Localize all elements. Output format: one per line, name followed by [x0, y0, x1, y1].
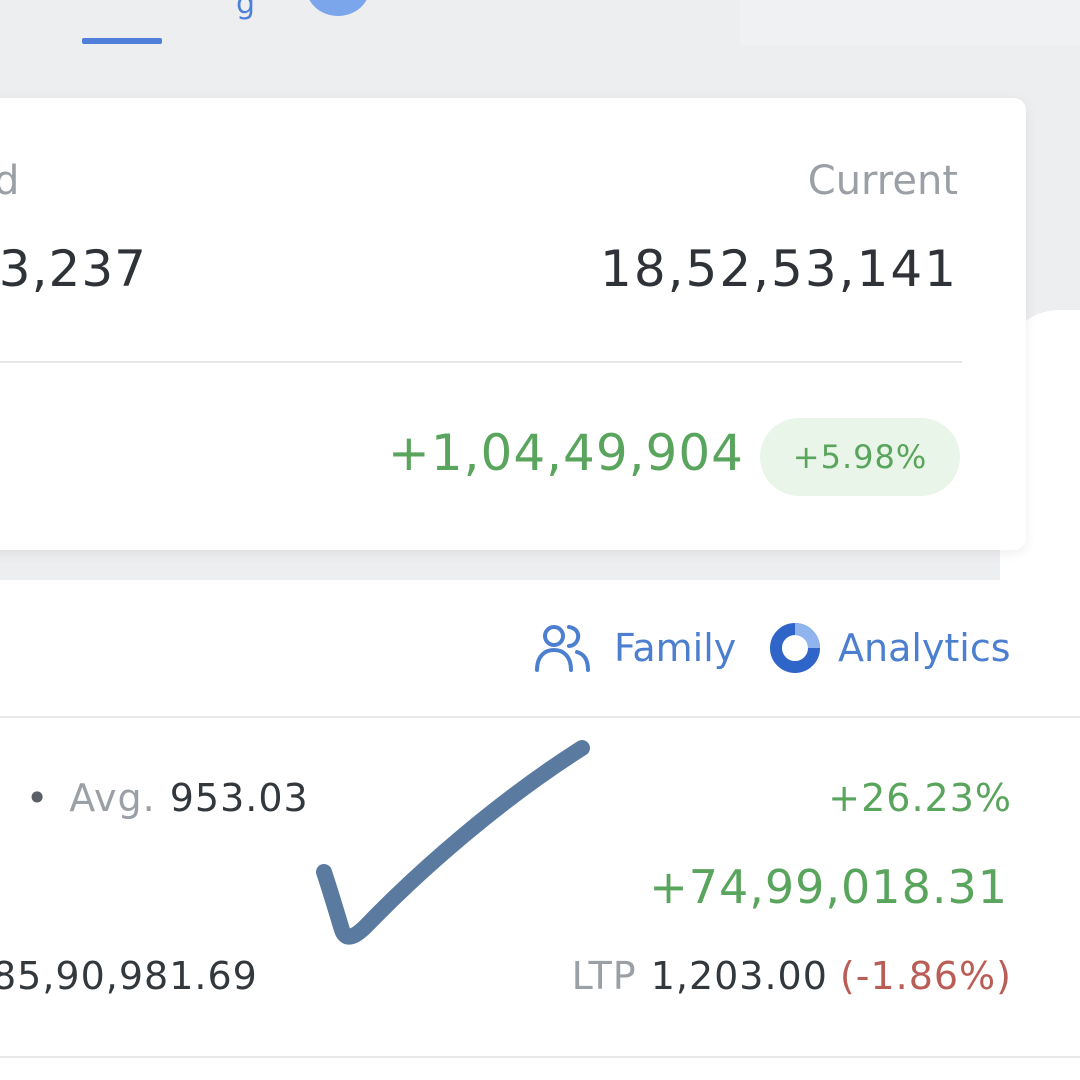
holding-pnl-value: +74,99,018.31: [649, 860, 1008, 914]
invested-value: 03,237: [0, 240, 147, 298]
family-link[interactable]: Family: [534, 620, 736, 676]
top-nav-bar-right: [740, 0, 1080, 45]
total-pnl-percent-badge: +5.98%: [760, 418, 960, 496]
ltp-day-change: (-1.86%): [839, 954, 1012, 998]
family-users-icon: [535, 625, 590, 672]
analytics-link[interactable]: Analytics: [768, 620, 1011, 676]
avg-label: Avg.: [69, 776, 156, 820]
holding-qty-fragment: ): [0, 776, 4, 820]
holding-invested-value: 85,90,981.69: [0, 954, 258, 998]
tab-label-fragment[interactable]: g: [236, 0, 255, 21]
avg-value: 953.03: [169, 776, 309, 820]
separator-dot: •: [25, 776, 50, 820]
summary-divider: [0, 361, 962, 363]
total-pnl-value: +1,04,49,904: [387, 424, 744, 482]
holding-qty-avg: ) • Avg. 953.03: [0, 776, 309, 820]
analytics-link-label: Analytics: [838, 626, 1011, 670]
ltp-label: LTP: [571, 954, 637, 998]
invested-label: d: [0, 158, 20, 204]
family-link-label: Family: [614, 626, 737, 670]
holding-ltp: LTP 1,203.00 (-1.86%): [572, 954, 1012, 998]
current-label: Current: [807, 158, 958, 204]
holding-net-change-percent: +26.23%: [828, 776, 1012, 820]
ltp-value: 1,203.00: [650, 954, 828, 998]
current-value: 18,52,53,141: [600, 240, 958, 298]
active-tab-underline: [82, 38, 162, 44]
holdings-top-divider: [0, 716, 1080, 718]
analytics-ring-icon: [770, 623, 820, 673]
holdings-bottom-divider: [0, 1056, 1080, 1058]
